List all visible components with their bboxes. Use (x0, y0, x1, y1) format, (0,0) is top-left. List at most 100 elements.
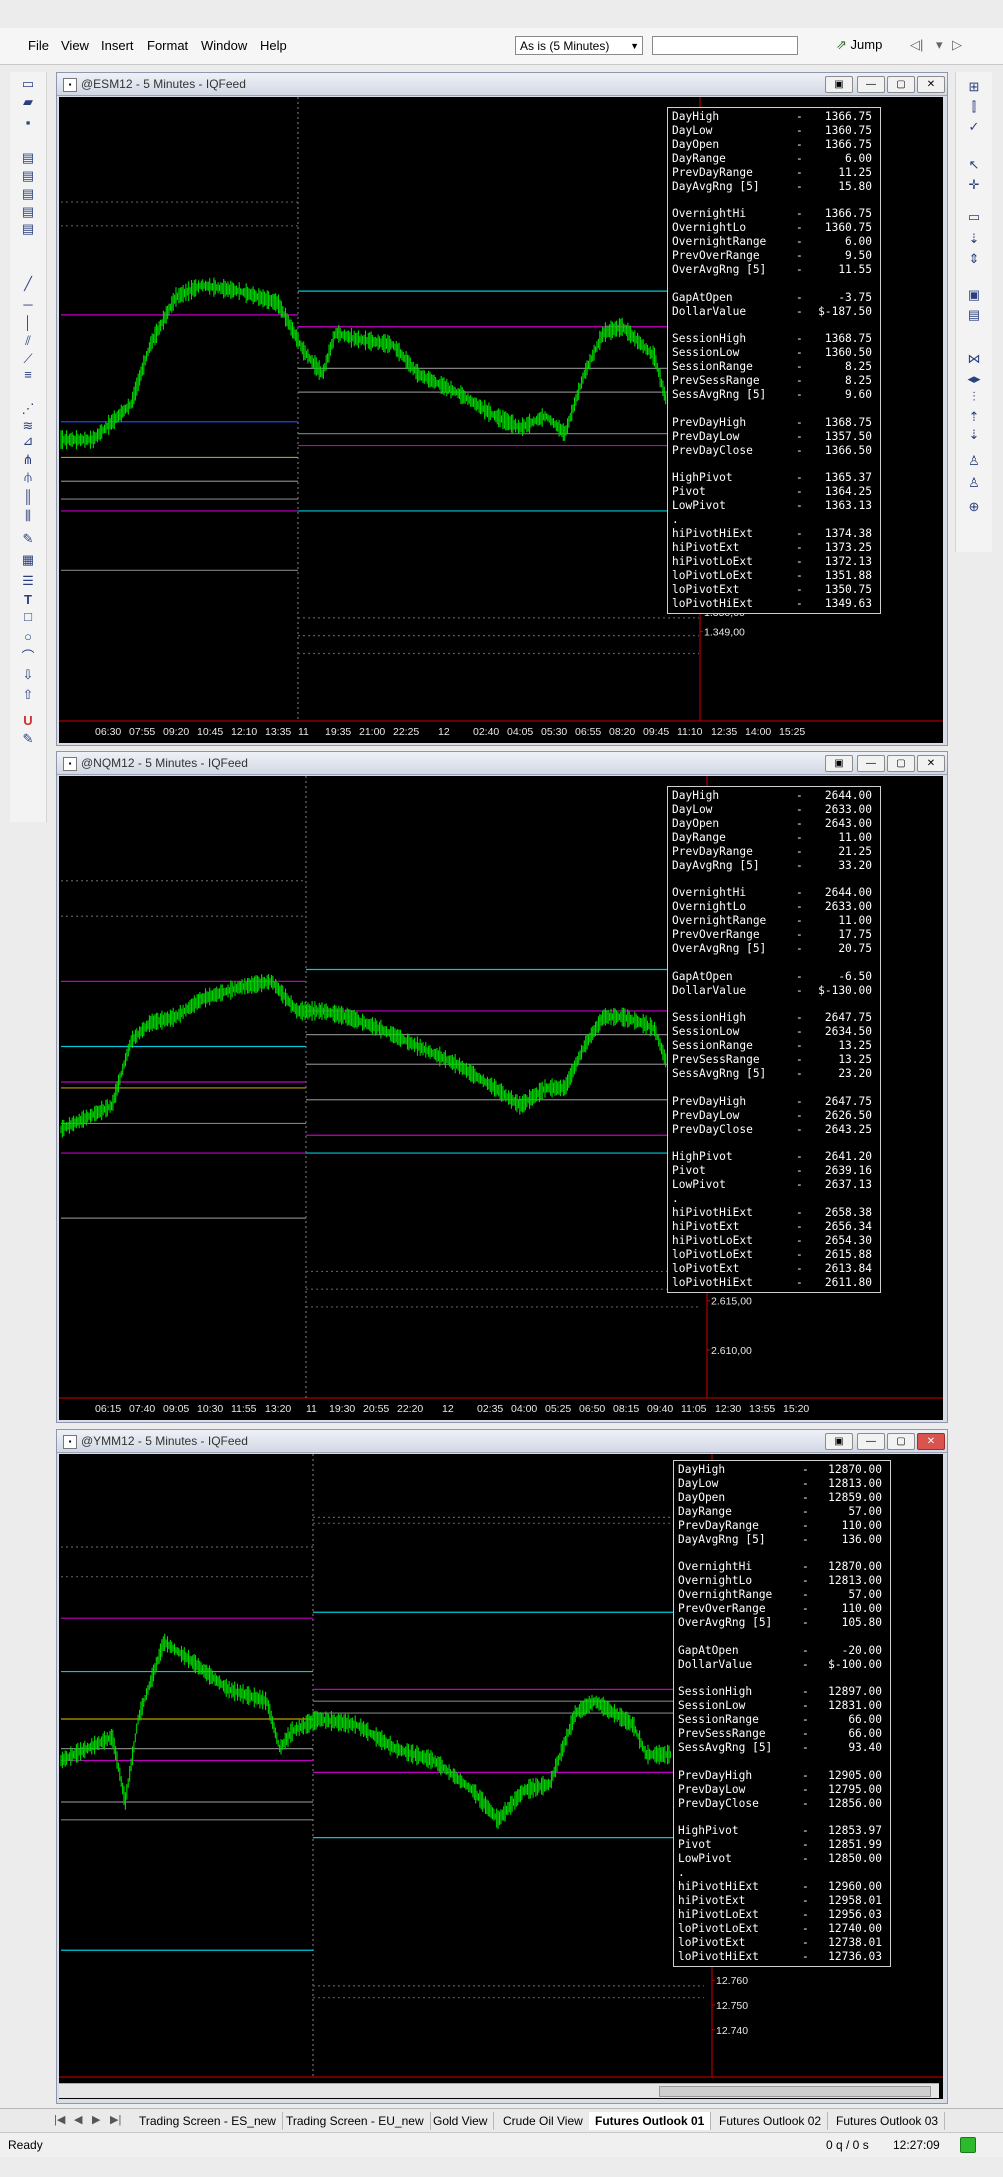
stat-row: SessionHigh -2647.75 (672, 1011, 872, 1024)
price-chart[interactable]: 1.375,001.374,001.373,001.372,001.371,00… (59, 97, 943, 743)
doc-icon[interactable]: ▤ (19, 187, 37, 201)
chart-title-bar[interactable]: ▪ @YMM12 - 5 Minutes - IQFeed ▣ — ▢ ✕ (57, 1430, 947, 1453)
tab-next-button[interactable]: ▶ (92, 2113, 100, 2126)
fib-ext-icon[interactable]: ≋ (19, 419, 37, 433)
bars-icon[interactable]: ⫶ (965, 390, 983, 404)
down-arrow-icon[interactable]: ⇣ (965, 232, 983, 246)
maximize-button[interactable]: ▢ (887, 1433, 915, 1450)
vline-icon[interactable]: │ (19, 316, 37, 330)
image-icon[interactable]: ▤ (965, 308, 983, 322)
cursor-icon[interactable]: ↖ (965, 158, 983, 172)
restore-layout-icon[interactable]: ▣ (825, 1433, 853, 1450)
close-button[interactable]: ✕ (917, 1433, 945, 1450)
grid-icon[interactable]: ▦ (19, 553, 37, 567)
list-icon[interactable]: ☰ (19, 574, 37, 588)
menu-help[interactable]: Help (260, 38, 287, 53)
scroll-left-icon[interactable]: ◂▸ (965, 372, 983, 386)
doc-icon[interactable]: ▤ (19, 205, 37, 219)
chart-horizontal-scrollbar[interactable] (59, 2083, 939, 2098)
menu-insert[interactable]: Insert (101, 38, 134, 53)
candles-icon[interactable]: ⫿ (965, 100, 983, 114)
arc-icon[interactable]: ⌒ (19, 650, 37, 664)
crosshair-icon[interactable]: ✛ (965, 178, 983, 192)
minimize-button[interactable]: — (857, 1433, 885, 1450)
tab-futures-outlook-01[interactable]: Futures Outlook 01 (589, 2112, 712, 2130)
stat-label: . (678, 1866, 685, 1880)
panel-icon[interactable]: ▣ (965, 288, 983, 302)
tab-futures-outlook-02[interactable]: Futures Outlook 02 (713, 2112, 829, 2130)
figure2-icon[interactable]: ♙ (965, 476, 983, 490)
chart-title-bar[interactable]: ▪ @NQM12 - 5 Minutes - IQFeed ▣ — ▢ ✕ (57, 752, 947, 775)
line-icon[interactable]: ╱ (19, 277, 37, 291)
menu-file[interactable]: File (28, 38, 49, 53)
magnet-icon[interactable]: U (19, 714, 37, 728)
tab-gold-view[interactable]: Gold View (427, 2112, 495, 2130)
close-button[interactable]: ✕ (917, 755, 945, 772)
rectangle-icon[interactable]: □ (19, 610, 37, 624)
tab-first-button[interactable]: |◀ (54, 2113, 65, 2126)
crosshair-config-icon[interactable]: ⊞ (965, 80, 983, 94)
text-icon[interactable]: T (19, 593, 37, 607)
minimize-button[interactable]: — (857, 755, 885, 772)
doc-icon[interactable]: ▤ (19, 169, 37, 183)
tab-crude-oil-view[interactable]: Crude Oil View (497, 2112, 590, 2130)
price-chart[interactable]: 2.660,002.655,002.650,002.645,002.640,00… (59, 776, 943, 1420)
tab-prev-button[interactable]: ◀ (74, 2113, 82, 2126)
doc-icon[interactable]: ▤ (19, 151, 37, 165)
fib-fan-icon[interactable]: ⋰ (19, 402, 37, 416)
price-chart[interactable]: 12.95012.94012.93012.92012.91012.90012.8… (59, 1454, 943, 2099)
menu-view[interactable]: View (61, 38, 89, 53)
fib-icon[interactable]: ≡ (19, 368, 37, 382)
expand-icon[interactable]: ⇕ (965, 252, 983, 266)
maximize-button[interactable]: ▢ (887, 76, 915, 93)
mirror-icon[interactable]: ⋈ (965, 352, 983, 366)
open-folder-icon[interactable]: ▰ (19, 95, 37, 109)
scrollbar-thumb[interactable] (659, 2086, 931, 2097)
comment-icon[interactable]: ▭ (965, 210, 983, 224)
check-icon[interactable]: ✓ (965, 120, 983, 134)
jump-button[interactable]: ⇗ Jump (836, 34, 882, 56)
doc-icon[interactable]: ▤ (19, 222, 37, 236)
channel-icon[interactable]: ⫽ (19, 334, 37, 348)
pencil-icon[interactable]: ✎ (19, 532, 37, 546)
stat-label: hiPivotExt (672, 1219, 740, 1233)
snap-icon[interactable]: ✎ (19, 732, 37, 746)
cycle-icon[interactable]: ║ (19, 490, 37, 504)
nav-forward-button[interactable]: ▷ (952, 34, 962, 56)
nav-dropdown-button[interactable]: ▾ (936, 34, 943, 56)
ellipse-icon[interactable]: ○ (19, 630, 37, 644)
tab-trading-screen-eu[interactable]: Trading Screen - EU_new (280, 2112, 431, 2130)
close-button[interactable]: ✕ (917, 76, 945, 93)
stat-value: 57.00 (848, 1504, 882, 1518)
hline-icon[interactable]: ─ (19, 298, 37, 312)
arrow-up-icon[interactable]: ⇧ (19, 688, 37, 702)
tab-trading-screen-es[interactable]: Trading Screen - ES_new (133, 2112, 283, 2130)
jump-label: Jump (850, 37, 883, 52)
speed-icon[interactable]: ⫼ (19, 509, 37, 523)
minimize-button[interactable]: — (857, 76, 885, 93)
restore-layout-icon[interactable]: ▣ (825, 755, 853, 772)
figure-icon[interactable]: ♙ (965, 454, 983, 468)
arrow-down-icon[interactable]: ⇩ (19, 668, 37, 682)
tab-futures-outlook-03[interactable]: Futures Outlook 03 (830, 2112, 946, 2130)
stat-label: SessionLow (678, 1699, 746, 1713)
restore-layout-icon[interactable]: ▣ (825, 76, 853, 93)
save-icon[interactable]: ▪ (19, 116, 37, 130)
menu-format[interactable]: Format (147, 38, 188, 53)
gann-icon[interactable]: ⊿ (19, 434, 37, 448)
new-icon[interactable]: ▭ (19, 77, 37, 91)
chart-title-bar[interactable]: ▪ @ESM12 - 5 Minutes - IQFeed ▣ — ▢ ✕ (57, 73, 947, 96)
interval-select[interactable]: As is (5 Minutes) ▼ (515, 36, 643, 55)
tab-last-button[interactable]: ▶| (110, 2113, 121, 2126)
andrew-icon[interactable]: ⫛ (19, 470, 37, 484)
ray-icon[interactable]: ⟋ (19, 352, 37, 366)
maximize-button[interactable]: ▢ (887, 755, 915, 772)
nav-back-button[interactable]: ◁| (910, 34, 923, 56)
menu-window[interactable]: Window (201, 38, 247, 53)
symbol-input[interactable] (652, 36, 798, 55)
up-marker-icon[interactable]: ⇡ (965, 410, 983, 424)
down-marker-icon[interactable]: ⇣ (965, 428, 983, 442)
stat-value: 12856.00 (828, 1796, 882, 1810)
zoom-icon[interactable]: ⊕ (965, 500, 983, 514)
pitchfork-icon[interactable]: ⋔ (19, 453, 37, 467)
